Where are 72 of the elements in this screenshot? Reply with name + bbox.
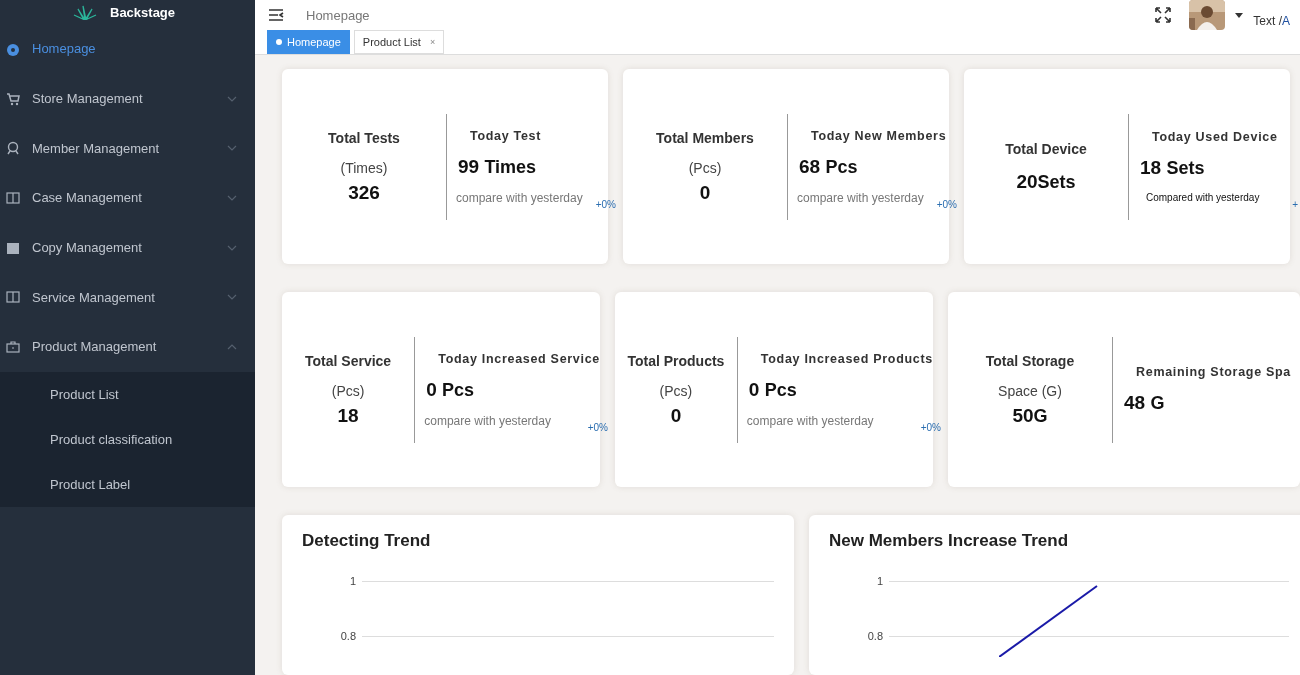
- leaf-logo-icon: [72, 4, 98, 20]
- chevron-icon: [227, 95, 237, 102]
- today-title: Today Used Device: [1152, 130, 1278, 144]
- fullscreen-icon[interactable]: [1155, 7, 1172, 23]
- change-percent: +0%: [595, 199, 616, 210]
- stat-unit: (Times): [340, 159, 388, 176]
- stat-unit: (Pcs): [688, 159, 722, 176]
- chevron-icon: [227, 244, 237, 251]
- stat-title: Total Products: [627, 352, 725, 369]
- stat-title: Total Device: [1005, 140, 1087, 157]
- book-icon: [6, 190, 20, 205]
- y-axis-label: 1: [348, 575, 356, 587]
- submenu-item[interactable]: Product List: [0, 371, 255, 417]
- sidebar-item[interactable]: Product Management: [0, 322, 255, 372]
- sidebar-item[interactable]: Member Management: [0, 123, 255, 174]
- stat-title: Total Service: [305, 352, 392, 369]
- tab[interactable]: Product List ×: [353, 30, 445, 54]
- today-value: 99 Times: [458, 155, 538, 178]
- compare-label: Compared with yesterday: [1146, 192, 1261, 203]
- sidebar-item[interactable]: Case Management: [0, 173, 255, 223]
- stat-title: Total Members: [656, 129, 754, 146]
- submenu-item[interactable]: Product Label: [0, 461, 255, 507]
- text-size-link[interactable]: A: [1282, 14, 1290, 28]
- stat-title: Total Storage: [985, 352, 1075, 369]
- sidebar-item[interactable]: Copy Management: [0, 222, 255, 273]
- sidebar-item[interactable]: Homepage: [0, 24, 255, 74]
- change-percent: +0%: [587, 422, 608, 433]
- today-title: Remaining Storage Spa: [1136, 365, 1291, 379]
- today-title: Today Increased Products: [760, 351, 933, 366]
- today-title: Today Test: [470, 128, 543, 143]
- change-percent: +: [1292, 199, 1298, 210]
- chart-title: New Members Increase Trend: [829, 531, 1070, 551]
- submenu-item[interactable]: Product classification: [0, 416, 255, 462]
- stat-title: Total Tests: [328, 129, 400, 146]
- change-percent: +0%: [936, 199, 957, 210]
- stat-value: 18: [337, 404, 359, 427]
- today-title: Today New Members: [811, 128, 947, 143]
- book-icon: [6, 290, 20, 305]
- chevron-icon: [227, 145, 237, 152]
- today-value: 0 Pcs: [426, 378, 476, 401]
- stat-unit: (Pcs): [659, 382, 693, 399]
- today-value: 18 Sets: [1140, 157, 1206, 179]
- text-size-label: Text /: [1253, 14, 1282, 28]
- today-value: 48 G: [1124, 392, 1166, 414]
- cart-icon: [6, 91, 20, 106]
- stat-value: 326: [348, 181, 380, 204]
- y-axis-label: 0.8: [339, 630, 356, 642]
- chart-title: Detecting Trend: [302, 531, 432, 551]
- y-axis-label: 1: [875, 575, 883, 587]
- breadcrumb: Homepage: [306, 7, 370, 23]
- stat-unit: Space (G): [998, 382, 1062, 399]
- stat-value: 50G: [1012, 404, 1048, 427]
- stat-value: 0: [699, 181, 711, 204]
- y-axis-label: 0.8: [866, 630, 883, 642]
- caret-icon[interactable]: [1235, 12, 1244, 18]
- change-percent: +0%: [920, 422, 941, 433]
- stat-unit: (Pcs): [331, 382, 365, 399]
- compare-label: compare with yesterday: [456, 190, 583, 205]
- stat-value: 20Sets: [1016, 170, 1076, 193]
- today-title: Today Increased Service: [438, 351, 600, 366]
- person-icon: [6, 141, 20, 156]
- briefcase-icon: [6, 339, 20, 354]
- sidebar-item[interactable]: Service Management: [0, 272, 255, 323]
- today-value: 0 Pcs: [748, 378, 798, 401]
- chevron-icon: [227, 194, 237, 201]
- menu-icon[interactable]: [269, 9, 284, 21]
- today-value: 68 Pcs: [799, 155, 859, 178]
- brand-name: Backstage: [110, 4, 176, 20]
- chevron-icon: [227, 294, 237, 301]
- sidebar-item[interactable]: Store Management: [0, 73, 255, 124]
- chevron-icon: [227, 343, 237, 350]
- stat-value: 0: [670, 404, 682, 427]
